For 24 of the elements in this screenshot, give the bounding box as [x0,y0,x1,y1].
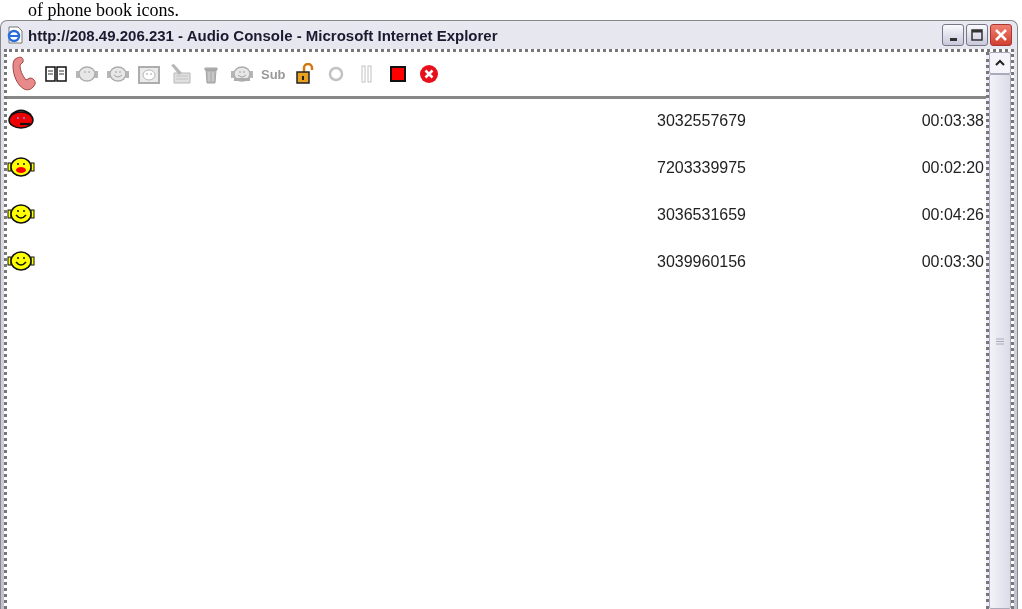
close-button[interactable] [990,24,1012,46]
phone-number: 3036531659 [657,206,747,224]
grip-icon [996,338,1004,345]
scrollbar-thumb[interactable] [989,74,1011,609]
phone-number: 7203339975 [657,159,747,177]
caret-up-icon [995,59,1005,67]
phone-handset-icon[interactable] [11,56,37,92]
browser-page-icon [6,26,24,44]
minimize-button[interactable] [942,24,964,46]
scroll-up-button[interactable] [989,52,1011,74]
book-icon[interactable] [44,63,68,85]
caption-text: of phone book icons. [27,0,180,20]
window-title: http://208.49.206.231 - Audio Console - Microsoft Internet Explorer [28,26,499,44]
vertical-scrollbar[interactable] [986,52,1011,609]
call-duration: 00:03:30 [921,253,985,271]
phone-number: 3032557679 [657,112,747,130]
call-duration: 00:03:38 [921,112,985,130]
close-icon [994,28,1008,42]
maximize-icon [971,29,983,41]
maximize-button[interactable] [966,24,988,46]
call-duration: 00:04:26 [921,206,985,224]
phone-number: 3039960156 [657,253,747,271]
call-duration: 00:02:20 [921,159,985,177]
minimize-icon [949,38,957,41]
